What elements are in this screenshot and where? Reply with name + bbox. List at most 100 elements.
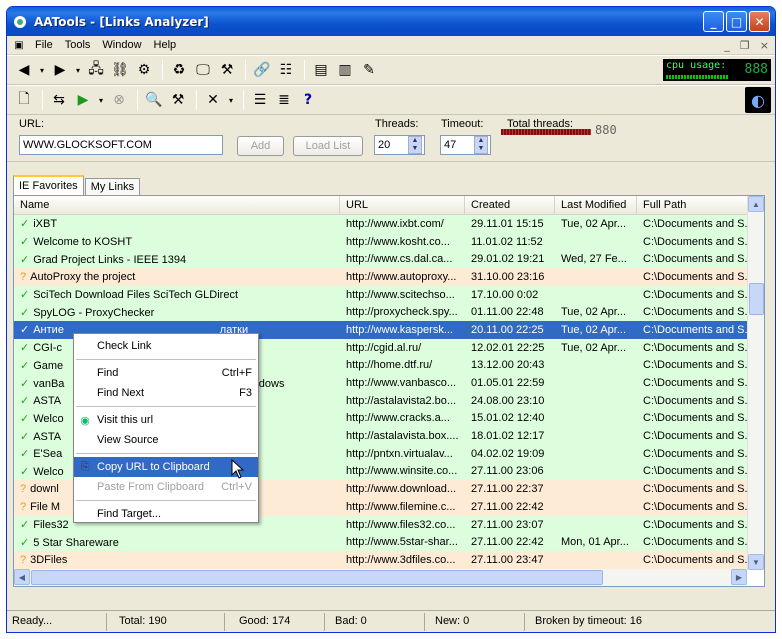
back-arrow-icon[interactable]: ◀ xyxy=(13,59,35,81)
cell-url: http://www.ixbt.com/ xyxy=(346,217,444,230)
cell-path: C:\Documents and S... xyxy=(643,483,751,496)
url-input[interactable] xyxy=(19,135,223,155)
forward-arrow-icon[interactable]: ▶ xyxy=(49,59,71,81)
forward-dropdown-icon[interactable]: ▾ xyxy=(73,59,83,81)
tool-settings-icon[interactable]: ✎ xyxy=(358,59,380,81)
context-item-visit-this-url[interactable]: ◉ Visit this url xyxy=(74,410,258,430)
tool-dns-icon[interactable]: ▤ xyxy=(310,59,332,81)
table-row[interactable]: ✓ iXBT http://www.ixbt.com/29.11.01 15:15 T… xyxy=(14,215,764,233)
vertical-scroll-thumb[interactable] xyxy=(749,283,764,315)
add-button[interactable]: Add xyxy=(237,136,284,156)
tool-refresh-icon[interactable]: ♻ xyxy=(168,59,190,81)
table-row[interactable]: ✓ SpyLOG - ProxyChecker http://proxycheck.… xyxy=(14,303,764,322)
check-icon: ✓ xyxy=(20,465,30,478)
table-row[interactable]: ? 3DFiles http://www.3dfiles.co... 27.11.00… xyxy=(14,551,764,569)
context-item-shortcut: F3 xyxy=(239,387,252,399)
scroll-right-button[interactable]: ▶ xyxy=(731,569,747,585)
search-icon[interactable]: 🔍 xyxy=(143,89,165,111)
cell-url: http://www.3dfiles.co... xyxy=(346,553,456,566)
tool-network-icon[interactable]: 🖧 xyxy=(85,59,107,81)
menu-separator xyxy=(76,453,256,454)
column-header-full-path[interactable]: Full Path xyxy=(637,196,751,214)
horizontal-scrollbar[interactable]: ◀ ▶ xyxy=(14,569,747,586)
question-icon: ? xyxy=(20,553,27,566)
play-dropdown-icon[interactable]: ▾ xyxy=(96,89,106,111)
table-row[interactable]: ✓ Welcome to KOSHT http://www.kosht.co... 1… xyxy=(14,232,764,251)
column-header-url[interactable]: URL xyxy=(340,196,465,214)
stop-icon[interactable]: ⊗ xyxy=(108,89,130,111)
mdi-close-button[interactable]: × xyxy=(760,39,769,52)
tool-scanner-icon[interactable]: ⛓ xyxy=(109,59,131,81)
context-item-find[interactable]: Find Ctrl+F xyxy=(74,363,258,383)
context-item-check-link[interactable]: Check Link xyxy=(74,336,258,356)
cell-url: http://pntxn.virtualav... xyxy=(346,447,453,460)
table-row[interactable]: ? AutoProxy the project http://www.autopro… xyxy=(14,268,764,286)
tab-my-links[interactable]: My Links xyxy=(84,178,141,196)
scroll-up-button[interactable]: ▲ xyxy=(748,196,764,212)
import-icon[interactable]: ⇆ xyxy=(48,89,70,111)
tool-connections-icon[interactable]: 🔗 xyxy=(251,59,273,81)
tool-hosts-icon[interactable]: ☷ xyxy=(275,59,297,81)
load-list-button[interactable]: Load List xyxy=(293,136,363,156)
scroll-down-button[interactable]: ▼ xyxy=(748,554,764,570)
row-name-text: 5 Star Shareware xyxy=(33,536,119,549)
cell-path: C:\Documents and S... xyxy=(643,394,751,407)
cell-path: C:\Documents and S... xyxy=(643,536,751,549)
mdi-restore-icon[interactable]: ❐ xyxy=(740,39,750,52)
context-item-find-next[interactable]: Find Next F3 xyxy=(74,383,258,403)
menu-help[interactable]: Help xyxy=(148,39,183,51)
context-item-find-target[interactable]: Find Target... xyxy=(74,504,258,524)
cpu-usage-meter: cpu usage: 888 xyxy=(663,59,771,81)
back-dropdown-icon[interactable]: ▾ xyxy=(37,59,47,81)
new-document-icon[interactable]: 🗋 xyxy=(13,89,35,111)
context-item-paste-from-clipboard[interactable]: Paste From Clipboard Ctrl+V xyxy=(74,477,258,497)
column-header-created[interactable]: Created xyxy=(465,196,555,214)
menu-tools[interactable]: Tools xyxy=(59,39,97,51)
table-row[interactable]: ✓ SciTech Download Files SciTech GLDirect… xyxy=(14,285,764,304)
context-item-shortcut: Ctrl+F xyxy=(221,367,252,379)
tool-ports-icon[interactable]: ⚙ xyxy=(133,59,155,81)
help-icon[interactable]: ? xyxy=(297,89,319,111)
check-icon: ✓ xyxy=(20,412,30,425)
tool-monitor-icon[interactable]: 🖵 xyxy=(192,59,214,81)
cell-created: 20.11.00 22:25 xyxy=(471,323,544,336)
report-icon[interactable]: ≣ xyxy=(273,89,295,111)
column-header-last-modified[interactable]: Last Modified xyxy=(555,196,637,214)
delete-icon[interactable]: ✕ xyxy=(202,89,224,111)
delete-dropdown-icon[interactable]: ▾ xyxy=(226,89,236,111)
cell-url: http://www.files32.co... xyxy=(346,518,456,531)
status-good: Good: 174 xyxy=(225,612,325,631)
cell-url: http://www.filemine.c... xyxy=(346,500,456,513)
threads-spinner[interactable]: ▲ ▼ xyxy=(408,136,422,154)
play-icon[interactable]: ▶ xyxy=(72,89,94,111)
menu-separator xyxy=(76,406,256,407)
cell-path: C:\Documents and S... xyxy=(643,447,751,460)
title-bar[interactable]: AATools - [Links Analyzer] _ □ ✕ xyxy=(7,7,775,36)
properties-icon[interactable]: ☰ xyxy=(249,89,271,111)
menu-window[interactable]: Window xyxy=(96,39,147,51)
window-title: AATools - [Links Analyzer] xyxy=(34,14,209,29)
column-header-name[interactable]: Name xyxy=(14,196,340,214)
check-icon: ✓ xyxy=(20,236,30,249)
document-icon[interactable]: ▣ xyxy=(11,37,27,53)
context-item-view-source[interactable]: View Source xyxy=(74,430,258,450)
tools-icon[interactable]: ⚒ xyxy=(167,89,189,111)
tool-whois-icon[interactable]: ▥ xyxy=(334,59,356,81)
maximize-button[interactable]: □ xyxy=(726,11,747,32)
table-row[interactable]: ✓ 5 Star Shareware http://www.5star-shar..… xyxy=(14,533,764,552)
scroll-left-button[interactable]: ◀ xyxy=(14,569,30,585)
mdi-minimize-button[interactable]: _ xyxy=(724,39,730,52)
timeout-spinner[interactable]: ▲ ▼ xyxy=(474,136,488,154)
vertical-scrollbar[interactable]: ▲ ▼ xyxy=(747,196,764,570)
check-icon: ✓ xyxy=(20,359,30,372)
horizontal-scroll-thumb[interactable] xyxy=(31,570,603,585)
tab-ie-favorites[interactable]: IE Favorites xyxy=(13,175,84,196)
row-name-text: CGI-c xyxy=(33,342,62,355)
tool-process-icon[interactable]: ⚒ xyxy=(216,59,238,81)
table-row[interactable]: ✓ Grad Project Links - IEEE 1394 http://ww… xyxy=(14,250,764,269)
row-name-text: ASTA xyxy=(33,395,62,408)
close-button[interactable]: ✕ xyxy=(749,11,770,32)
menu-file[interactable]: File xyxy=(29,39,59,51)
cell-path: C:\Documents and S... xyxy=(643,341,751,354)
minimize-button[interactable]: _ xyxy=(703,11,724,32)
